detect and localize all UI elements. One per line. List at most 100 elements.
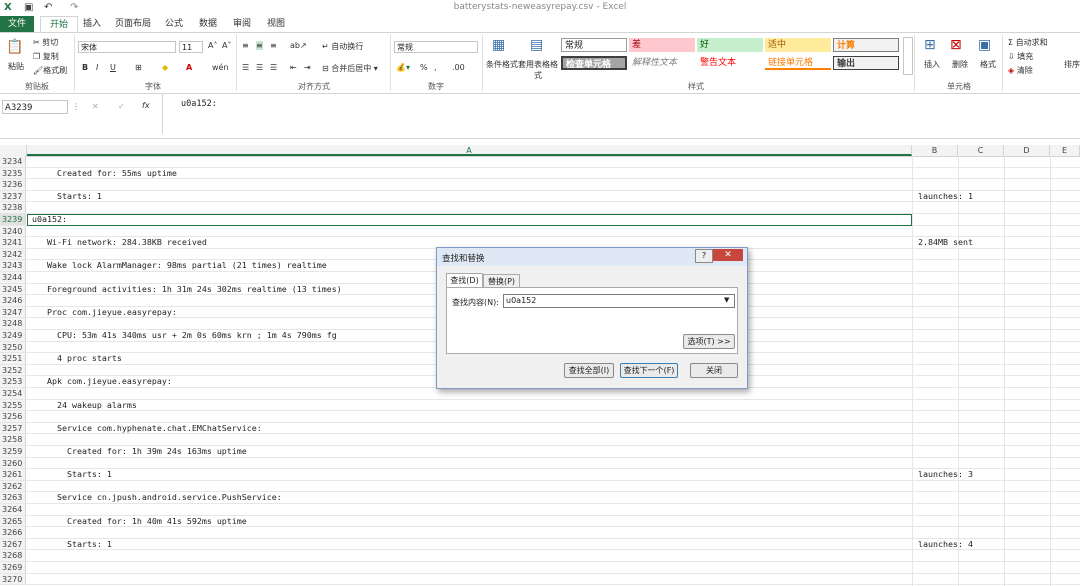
row-number[interactable]: 3270 [0,573,26,585]
name-box[interactable]: A3239 [2,100,68,114]
table-row[interactable]: 3270 [0,573,1080,586]
conditional-format-button[interactable]: 条件格式 [486,59,518,70]
border-icon[interactable]: ⊞ [135,63,142,72]
style-bad[interactable]: 差 [629,38,695,52]
tab-formulas[interactable]: 公式 [162,16,186,32]
column-header-d[interactable]: D [1004,145,1050,156]
find-next-button[interactable]: 查找下一个(F) [620,363,678,378]
table-row[interactable]: 3236 [0,179,1080,191]
table-row[interactable]: 3237 Starts: 1 launches: 1 [0,190,1080,203]
align-right-icon[interactable]: ☰ [270,63,277,72]
find-what-input[interactable]: u0a152 [503,294,735,308]
tab-find[interactable]: 查找(D) [446,273,483,288]
cancel-icon[interactable]: ✕ [92,102,99,111]
cell-b[interactable]: 2.84MB sent [918,237,973,248]
cell-a[interactable]: CPU: 53m 41s 340ms usr + 2m 0s 60ms krn … [27,330,337,341]
cell-a[interactable]: Starts: 1 [27,539,112,550]
paste-icon[interactable]: 📋 [6,39,23,55]
row-number[interactable]: 3243 [0,260,26,271]
tab-home[interactable]: 开始 [40,16,78,32]
name-box-dropdown-icon[interactable]: ⋮ [72,102,80,111]
style-explanatory[interactable]: 解释性文本 [629,56,695,70]
style-check-cell[interactable]: 检查单元格 [561,56,627,70]
cell-a[interactable]: Starts: 1 [27,191,102,202]
style-output[interactable]: 输出 [833,56,899,70]
close-button[interactable]: 关闭 [690,363,738,378]
cell-a[interactable]: Foreground activities: 1h 31m 24s 302ms … [27,284,342,295]
cell-b[interactable]: launches: 1 [918,191,973,202]
row-number[interactable]: 3244 [0,272,26,283]
table-row[interactable]: 3265 Created for: 1h 40m 41s 592ms uptim… [0,515,1080,528]
table-row[interactable]: 3257 Service com.hyphenate.chat.EMChatSe… [0,422,1080,435]
row-number[interactable]: 3248 [0,318,26,329]
row-number[interactable]: 3235 [0,167,26,179]
align-top-icon[interactable]: ≡ [242,41,249,50]
style-linked-cell[interactable]: 链接单元格 [765,56,831,70]
cell-a[interactable]: Service com.hyphenate.chat.EMChatService… [27,423,262,434]
row-number[interactable]: 3240 [0,225,26,237]
table-row[interactable]: 3235 Created for: 55ms uptime [0,167,1080,180]
row-number[interactable]: 3254 [0,388,26,399]
table-row[interactable]: 3258 [0,434,1080,446]
shrink-font-icon[interactable]: A˅ [222,41,231,50]
table-row[interactable]: 3259 Created for: 1h 39m 24s 163ms uptim… [0,446,1080,458]
cell-a[interactable]: Apk com.jieyue.easyrepay: [27,376,172,387]
table-row[interactable]: 3269 [0,562,1080,574]
tab-view[interactable]: 视图 [264,16,288,32]
close-icon[interactable]: ✕ [713,249,743,261]
table-row[interactable]: 3268 [0,550,1080,562]
row-number[interactable]: 3263 [0,492,26,503]
align-left-icon[interactable]: ☰ [242,63,249,72]
tab-review[interactable]: 审阅 [230,16,254,32]
row-number[interactable]: 3259 [0,446,26,457]
percent-button[interactable]: % [420,63,428,72]
underline-button[interactable]: U [110,63,116,72]
row-number[interactable]: 3239 [0,214,26,225]
styles-scroll[interactable] [903,37,913,75]
table-row[interactable]: 3254 [0,388,1080,400]
align-center-icon[interactable]: ☰ [256,63,263,72]
cell-a[interactable]: Service cn.jpush.android.service.PushSer… [27,492,282,503]
row-number[interactable]: 3258 [0,434,26,445]
row-number[interactable]: 3266 [0,527,26,538]
indent-increase-icon[interactable]: ⇥ [304,63,311,72]
row-number[interactable]: 3257 [0,422,26,434]
table-row[interactable]: 3260 [0,457,1080,470]
cell-a[interactable]: Proc com.jieyue.easyrepay: [27,307,177,318]
style-neutral[interactable]: 适中 [765,38,831,52]
sort-button[interactable]: 排序 [1064,59,1080,70]
row-number[interactable]: 3261 [0,469,26,480]
indent-decrease-icon[interactable]: ⇤ [290,63,297,72]
column-header-b[interactable]: B [912,145,958,156]
style-calculation[interactable]: 计算 [833,38,899,52]
row-number[interactable]: 3236 [0,179,26,190]
cell-b[interactable]: launches: 3 [918,469,973,480]
cell-a[interactable]: Created for: 55ms uptime [27,168,177,179]
row-number[interactable]: 3250 [0,341,26,353]
delete-cells-button[interactable]: 删除 [952,59,968,70]
row-number[interactable]: 3269 [0,562,26,573]
italic-button[interactable]: I [96,63,98,72]
cell-a[interactable]: Wi-Fi network: 284.38KB received [27,237,207,248]
style-normal[interactable]: 常规 [561,38,627,52]
table-row[interactable]: 3263 Service cn.jpush.android.service.Pu… [0,492,1080,504]
table-row[interactable]: 3267 Starts: 1 launches: 4 [0,538,1080,551]
row-number[interactable]: 3234 [0,156,26,167]
row-number[interactable]: 3265 [0,515,26,527]
row-number[interactable]: 3260 [0,457,26,469]
cell-a[interactable]: 24 wakeup alarms [27,400,137,411]
wrap-text-button[interactable]: ↵ 自动换行 [322,41,363,52]
table-row[interactable]: 3261 Starts: 1 launches: 3 [0,469,1080,481]
row-number[interactable]: 3264 [0,504,26,515]
row-number[interactable]: 3249 [0,330,26,341]
cell-b[interactable]: launches: 4 [918,539,973,550]
table-row[interactable]: 3262 [0,480,1080,493]
cell-a[interactable]: Created for: 1h 40m 41s 592ms uptime [27,516,247,527]
row-number[interactable]: 3256 [0,411,26,422]
align-bottom-icon[interactable]: ≡ [270,41,277,50]
tab-page-layout[interactable]: 页面布局 [112,16,154,32]
merge-center-button[interactable]: ⊟ 合并后居中 ▾ [322,63,378,74]
insert-function-button[interactable]: fx [142,101,150,110]
clear-button[interactable]: ◈ 清除 [1008,65,1033,76]
row-number[interactable]: 3245 [0,283,26,295]
